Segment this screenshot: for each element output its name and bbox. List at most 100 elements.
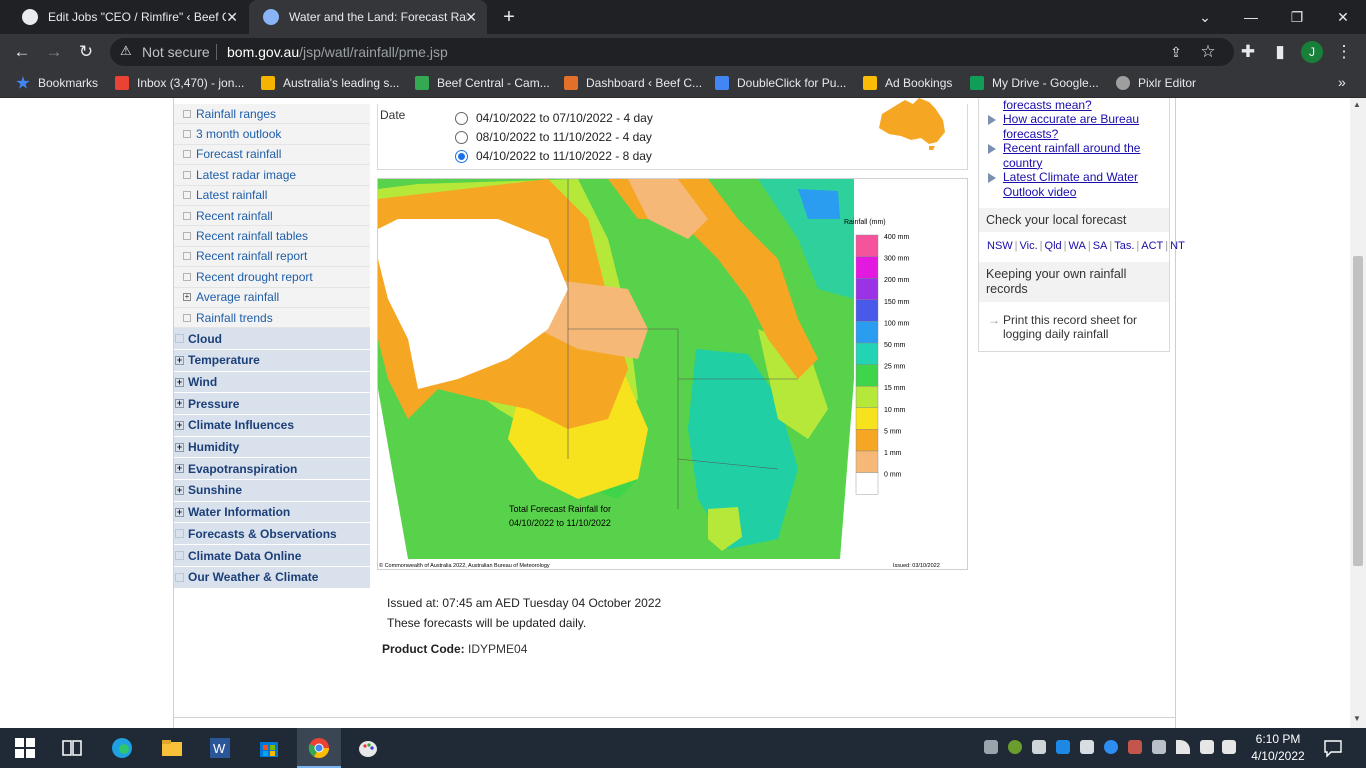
- new-tab-button[interactable]: +: [498, 6, 520, 28]
- nav-recent-rainfall[interactable]: Recent rainfall: [174, 205, 370, 227]
- side-panel-icon[interactable]: ▮: [1268, 40, 1292, 64]
- state-link-wa[interactable]: WA: [1069, 240, 1086, 252]
- link-forecast-accuracy[interactable]: How accurate are Bureau forecasts?: [988, 112, 1148, 141]
- bluetooth-icon[interactable]: [1056, 740, 1070, 754]
- security-label[interactable]: Not secure: [142, 44, 210, 60]
- tab-edit-jobs[interactable]: Edit Jobs "CEO / Rimfire" ‹ Beef C ✕: [8, 0, 248, 34]
- nav-wind[interactable]: + Wind: [174, 371, 370, 394]
- tray-app-icon[interactable]: [1152, 740, 1166, 754]
- nav-humidity[interactable]: + Humidity: [174, 436, 370, 459]
- battery-icon[interactable]: [1200, 740, 1214, 754]
- nav-forecasts-observations[interactable]: Forecasts & Observations: [174, 523, 370, 546]
- link-climate-outlook-video[interactable]: Latest Climate and Water Outlook video: [988, 170, 1148, 199]
- paint-icon[interactable]: [356, 736, 380, 760]
- nav-rainfall-ranges[interactable]: Rainfall ranges: [174, 104, 370, 125]
- shield-icon[interactable]: [1080, 740, 1094, 754]
- nav-recent-drought-report[interactable]: Recent drought report: [174, 267, 370, 288]
- notifications-icon[interactable]: [1323, 738, 1343, 758]
- menu-kebab-icon[interactable]: ⋮: [1332, 40, 1356, 64]
- reload-icon[interactable]: ↻: [74, 40, 98, 64]
- bookmark-dashboard[interactable]: Dashboard ‹ Beef C...: [564, 76, 702, 90]
- bookmark-bookmarks[interactable]: Bookmarks: [16, 76, 98, 90]
- extensions-puzzle-icon[interactable]: ✚: [1236, 40, 1260, 64]
- word-icon[interactable]: W: [208, 736, 232, 760]
- expand-plus-icon[interactable]: +: [175, 464, 184, 474]
- bookmark-pixlr[interactable]: Pixlr Editor: [1116, 76, 1196, 90]
- link-recent-rainfall-country[interactable]: Recent rainfall around the country: [988, 141, 1148, 170]
- nav-3-month-outlook[interactable]: 3 month outlook: [174, 124, 370, 145]
- tray-app-icon[interactable]: [1008, 740, 1022, 754]
- link-forecasts-mean[interactable]: forecasts mean?: [988, 98, 1148, 113]
- scroll-up-icon[interactable]: ▲: [1353, 100, 1361, 109]
- expand-plus-icon[interactable]: +: [175, 355, 184, 365]
- expand-plus-icon[interactable]: +: [175, 420, 184, 430]
- profile-avatar[interactable]: J: [1301, 41, 1323, 63]
- nav-evapotranspiration[interactable]: + Evapotranspiration: [174, 458, 370, 481]
- expand-plus-icon[interactable]: +: [175, 507, 184, 517]
- radio-button[interactable]: [455, 111, 468, 125]
- restore-button[interactable]: ❐: [1274, 0, 1320, 34]
- task-view-icon[interactable]: [60, 736, 84, 760]
- bookmark-beef-central[interactable]: Beef Central - Cam...: [415, 76, 550, 90]
- expand-plus-icon[interactable]: +: [175, 485, 184, 495]
- nav-latest-rainfall[interactable]: Latest rainfall: [174, 185, 370, 206]
- close-tab-icon[interactable]: ✕: [465, 9, 477, 26]
- tray-app-icon[interactable]: [984, 740, 998, 754]
- radio-button[interactable]: [455, 130, 468, 144]
- nav-climate-influences[interactable]: + Climate Influences: [174, 415, 370, 437]
- forward-arrow-icon[interactable]: →: [42, 40, 66, 64]
- expand-plus-icon[interactable]: +: [175, 399, 184, 409]
- state-link-act[interactable]: ACT: [1141, 240, 1163, 252]
- state-link-vic[interactable]: Vic.: [1020, 240, 1038, 252]
- warning-icon[interactable]: ⚠: [120, 43, 132, 59]
- back-arrow-icon[interactable]: ←: [10, 40, 34, 64]
- url-text[interactable]: bom.gov.au/jsp/watl/rainfall/pme.jsp: [227, 44, 448, 60]
- tray-app-icon[interactable]: [1104, 740, 1118, 754]
- nav-our-weather-climate[interactable]: Our Weather & Climate: [174, 566, 370, 589]
- expand-plus-icon[interactable]: +: [175, 442, 184, 452]
- nav-recent-rainfall-report[interactable]: Recent rainfall report: [174, 246, 370, 268]
- nav-pressure[interactable]: + Pressure: [174, 393, 370, 416]
- edge-browser-icon[interactable]: [110, 736, 134, 760]
- scroll-down-icon[interactable]: ▼: [1353, 714, 1361, 723]
- nav-water-information[interactable]: + Water Information: [174, 501, 370, 524]
- bookmark-seek[interactable]: Australia's leading s...: [261, 76, 399, 90]
- scrollbar-thumb[interactable]: [1353, 256, 1363, 566]
- share-icon[interactable]: ⇪: [1164, 40, 1188, 64]
- state-link-nsw[interactable]: NSW: [987, 240, 1013, 252]
- file-explorer-icon[interactable]: [160, 736, 184, 760]
- page-scrollbar[interactable]: ▲ ▼: [1350, 98, 1366, 728]
- tab-search-button[interactable]: ⌄: [1182, 0, 1228, 34]
- nav-rainfall-trends[interactable]: Rainfall trends: [174, 307, 370, 329]
- state-link-nt[interactable]: NT: [1170, 240, 1185, 252]
- address-bar[interactable]: ⚠ Not secure bom.gov.au/jsp/watl/rainfal…: [110, 38, 1234, 66]
- date-option-1[interactable]: 04/10/2022 to 07/10/2022 - 4 day: [455, 111, 653, 125]
- minimize-button[interactable]: —: [1228, 0, 1274, 34]
- bookmarks-overflow-button[interactable]: »: [1338, 74, 1346, 90]
- close-tab-icon[interactable]: ✕: [226, 9, 238, 26]
- radio-button-selected[interactable]: [455, 149, 468, 163]
- nav-forecast-rainfall[interactable]: Forecast rainfall: [174, 144, 370, 166]
- chrome-icon[interactable]: [307, 736, 331, 760]
- nav-latest-radar-image[interactable]: Latest radar image: [174, 165, 370, 186]
- nav-average-rainfall[interactable]: + Average rainfall: [174, 287, 370, 308]
- store-icon[interactable]: [257, 736, 281, 760]
- state-link-sa[interactable]: SA: [1093, 240, 1108, 252]
- bookmark-star-icon[interactable]: ☆: [1196, 40, 1220, 64]
- nav-temperature[interactable]: + Temperature: [174, 349, 370, 372]
- tray-app-icon[interactable]: [1032, 740, 1046, 754]
- print-record-sheet-link[interactable]: → Print this record sheet for logging dai…: [988, 313, 1163, 341]
- bookmark-gmail[interactable]: Inbox (3,470) - jon...: [115, 76, 244, 90]
- bookmark-doubleclick[interactable]: DoubleClick for Pu...: [715, 76, 846, 90]
- nav-climate-data-online[interactable]: Climate Data Online: [174, 545, 370, 567]
- close-window-button[interactable]: ✕: [1320, 0, 1366, 34]
- state-link-qld[interactable]: Qld: [1045, 240, 1062, 252]
- bookmark-my-drive[interactable]: My Drive - Google...: [970, 76, 1099, 90]
- tray-app-icon[interactable]: [1128, 740, 1142, 754]
- expand-plus-icon[interactable]: +: [183, 293, 191, 302]
- bookmark-ad-bookings[interactable]: Ad Bookings: [863, 76, 952, 90]
- date-option-2[interactable]: 08/10/2022 to 11/10/2022 - 4 day: [455, 130, 652, 144]
- windows-start-icon[interactable]: [13, 736, 37, 760]
- state-link-tas[interactable]: Tas.: [1114, 240, 1134, 252]
- nav-sunshine[interactable]: + Sunshine: [174, 480, 370, 502]
